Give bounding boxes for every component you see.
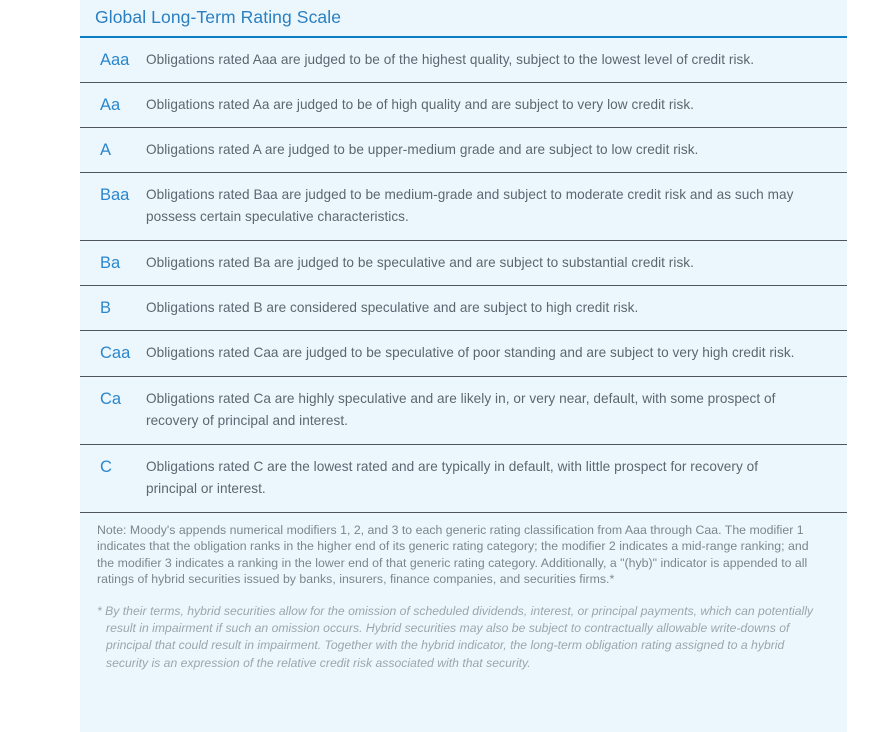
rating-description: Obligations rated Ba are judged to be sp…	[146, 255, 694, 270]
footnote-section: * By their terms, hybrid securities allo…	[80, 592, 847, 686]
rating-description: Obligations rated Aaa are judged to be o…	[146, 52, 755, 67]
global-long-term-rating-scale-table: Global Long-Term Rating Scale Aaa Obliga…	[80, 0, 847, 732]
page-root: Global Long-Term Rating Scale Aaa Obliga…	[0, 0, 888, 732]
note-text: Note: Moody's appends numerical modifier…	[97, 523, 809, 587]
table-row: Aaa Obligations rated Aaa are judged to …	[80, 38, 847, 83]
rating-code: B	[100, 299, 112, 317]
rating-code: A	[100, 141, 112, 159]
rating-description: Obligations rated Caa are judged to be s…	[146, 345, 795, 360]
table-row: B Obligations rated B are considered spe…	[80, 286, 847, 331]
footnote-text: * By their terms, hybrid securities allo…	[97, 603, 814, 670]
rating-description: Obligations rated A are judged to be upp…	[146, 142, 699, 157]
rating-description: Obligations rated Aa are judged to be of…	[146, 97, 695, 112]
rating-description: Obligations rated C are the lowest rated…	[146, 459, 759, 496]
rating-code: Baa	[100, 186, 130, 204]
rating-description: Obligations rated B are considered specu…	[146, 300, 639, 315]
note-section: Note: Moody's appends numerical modifier…	[80, 512, 847, 592]
rating-code: Aaa	[100, 51, 130, 69]
table-row: Caa Obligations rated Caa are judged to …	[80, 331, 847, 377]
rating-code: Aa	[100, 96, 121, 114]
rating-code: Ba	[100, 254, 121, 272]
rating-code: Ca	[100, 390, 122, 408]
rating-code: C	[100, 458, 112, 476]
rating-description: Obligations rated Ca are highly speculat…	[146, 391, 776, 428]
rating-code: Caa	[100, 344, 131, 362]
table-row: Ba Obligations rated Ba are judged to be…	[80, 241, 847, 286]
table-header: Global Long-Term Rating Scale	[80, 0, 847, 38]
table-row: A Obligations rated A are judged to be u…	[80, 128, 847, 173]
page-title: Global Long-Term Rating Scale	[95, 7, 342, 28]
rating-description: Obligations rated Baa are judged to be m…	[146, 187, 794, 224]
table-row: Ca Obligations rated Ca are highly specu…	[80, 377, 847, 445]
table-row: C Obligations rated C are the lowest rat…	[80, 445, 847, 512]
table-row: Baa Obligations rated Baa are judged to …	[80, 173, 847, 241]
table-row: Aa Obligations rated Aa are judged to be…	[80, 83, 847, 128]
